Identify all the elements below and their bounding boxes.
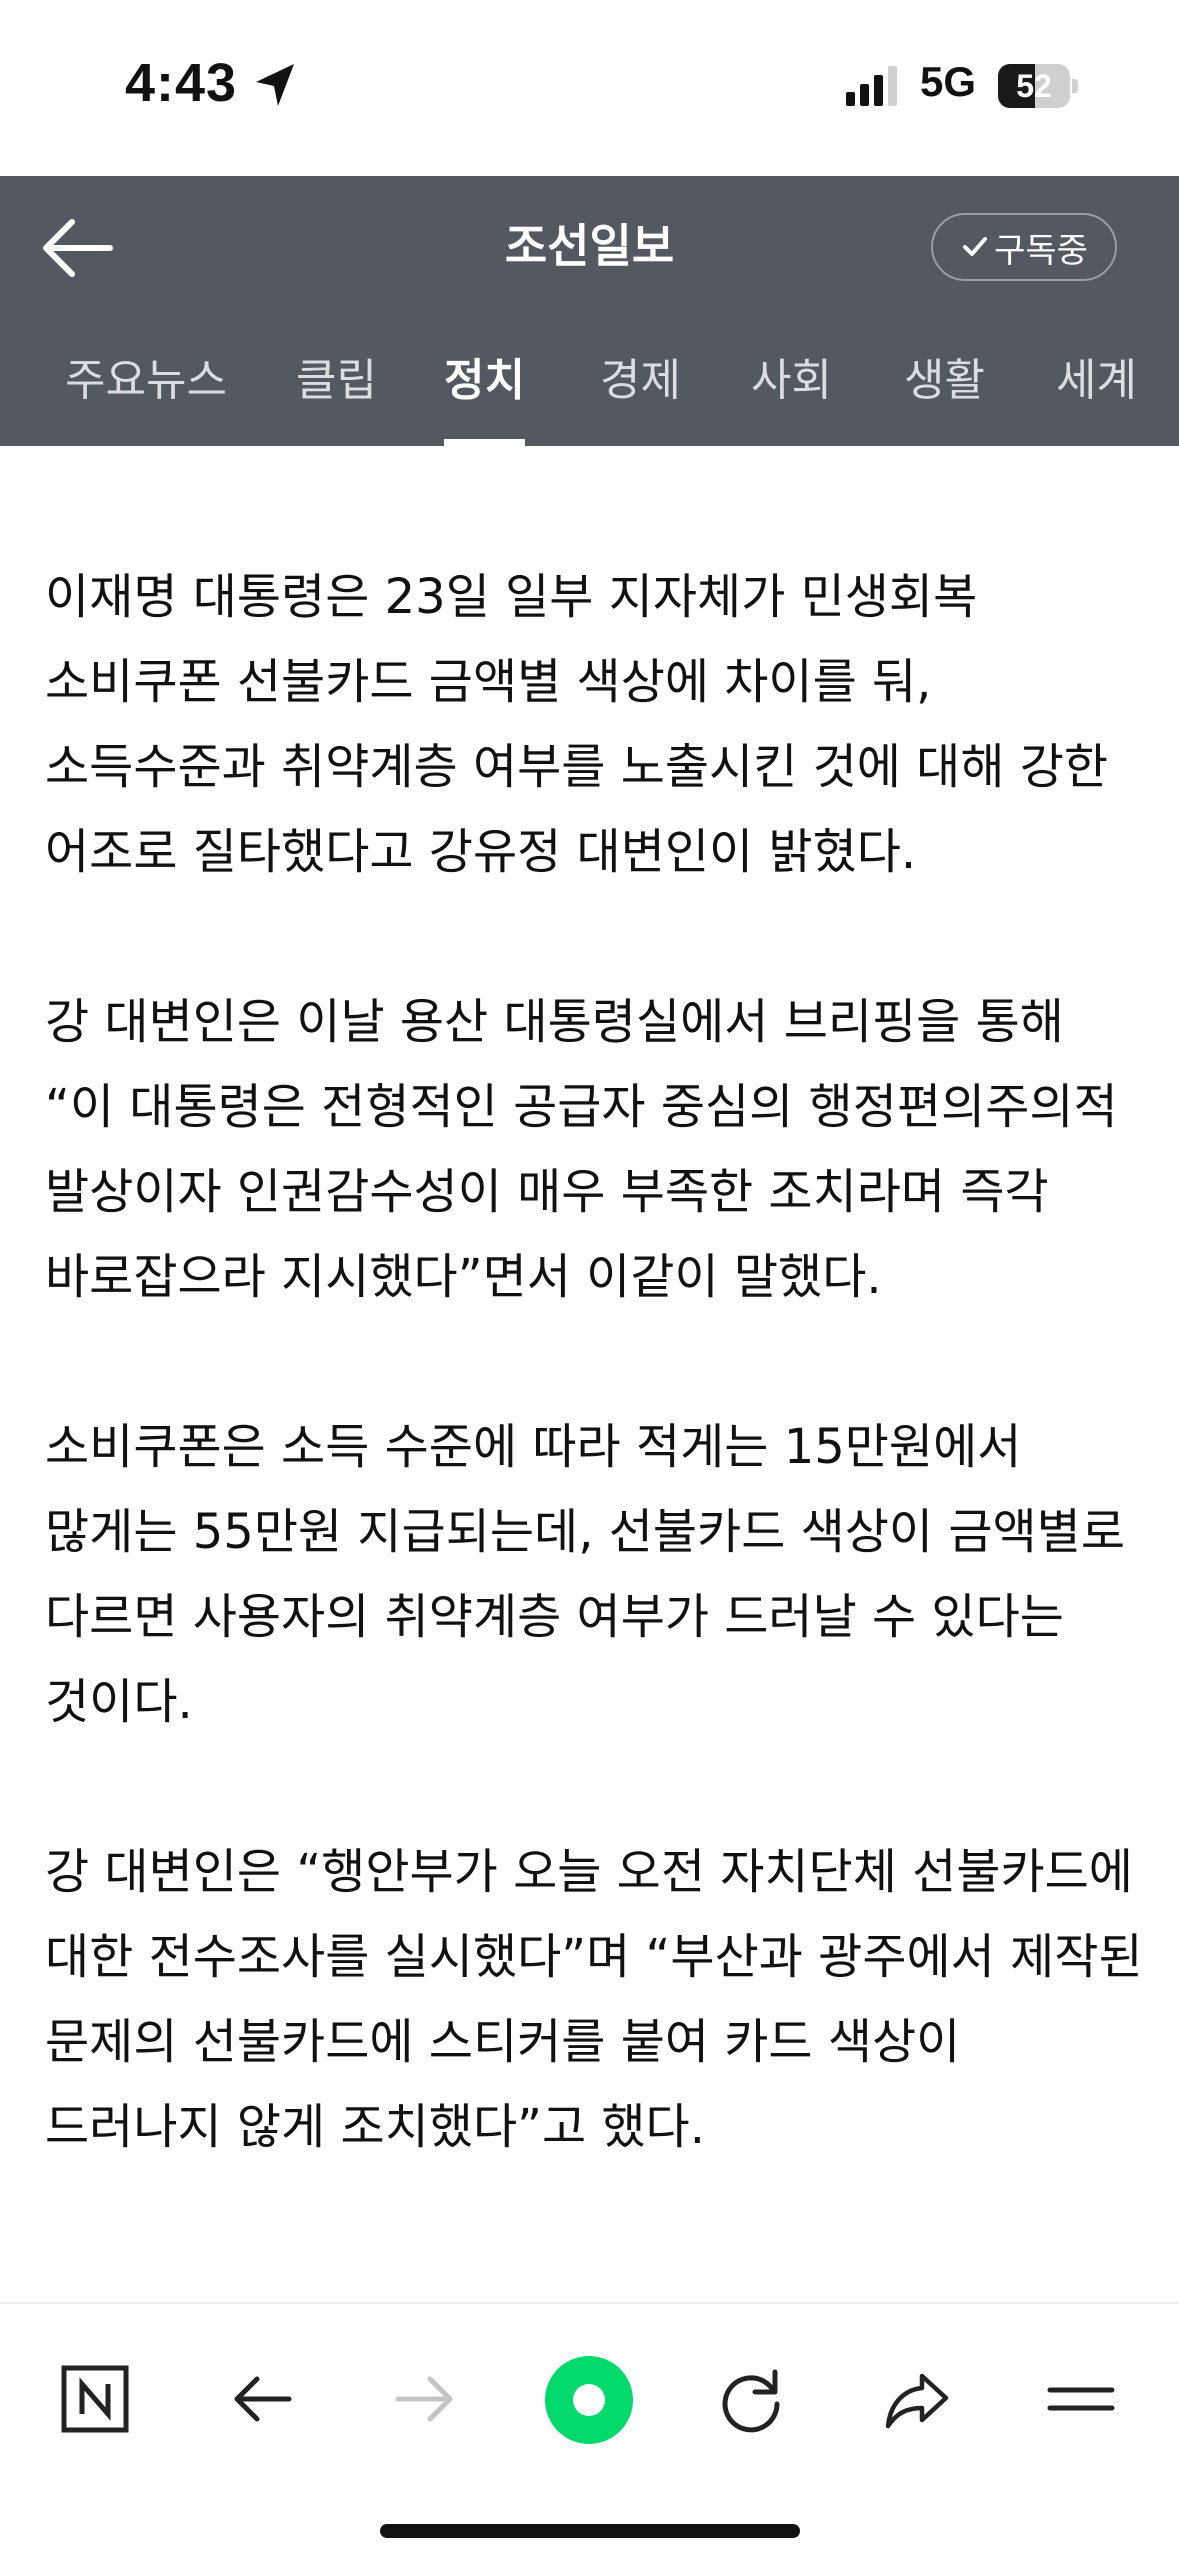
network-type: 5G — [920, 58, 977, 105]
reload-icon[interactable] — [707, 2354, 797, 2444]
naver-home-icon[interactable] — [50, 2354, 140, 2444]
active-tab-indicator — [444, 439, 525, 446]
tab-clip[interactable]: 클립 — [296, 316, 377, 446]
tab-label: 주요뉴스 — [65, 355, 227, 406]
home-indicator[interactable] — [380, 2524, 800, 2538]
subscribe-button[interactable]: 구독중 — [931, 213, 1117, 281]
tab-main-news[interactable]: 주요뉴스 — [65, 316, 227, 446]
forward-icon[interactable] — [380, 2354, 470, 2444]
subscribe-label: 구독중 — [994, 230, 1088, 271]
article-paragraph: 강 대변인은 이날 용산 대통령실에서 브리핑을 통해 “이 대통령은 전형적인… — [45, 994, 1118, 1305]
bottom-toolbar — [0, 2302, 1179, 2556]
article-paragraph: 강 대변인은 “행안부가 오늘 오전 자치단체 선불카드에 대한 전수조사를 실… — [45, 1844, 1143, 2155]
battery-icon: 52 — [998, 64, 1078, 108]
back-icon[interactable] — [217, 2354, 307, 2444]
tab-label: 세계 — [1056, 355, 1137, 406]
tab-label: 클립 — [296, 355, 377, 406]
app-header: 조선일보 구독중 — [0, 176, 1179, 316]
menu-icon[interactable] — [1036, 2354, 1126, 2444]
tab-label: 경제 — [600, 355, 681, 406]
tab-label: 정치 — [444, 355, 525, 406]
cellular-signal-icon — [846, 66, 897, 106]
category-tabs: 주요뉴스 클립 정치 경제 사회 생활 세계 — [0, 316, 1179, 446]
status-time: 4:43 — [125, 53, 238, 113]
status-bar: 4:43 5G 52 — [0, 0, 1179, 176]
battery-percent: 52 — [1016, 68, 1052, 104]
location-arrow-icon — [256, 64, 294, 106]
tab-world[interactable]: 세계 — [1056, 316, 1137, 446]
share-icon[interactable] — [872, 2354, 962, 2444]
tab-life[interactable]: 생활 — [904, 316, 985, 446]
tab-society[interactable]: 사회 — [751, 316, 832, 446]
tab-label: 생활 — [904, 355, 985, 406]
tab-politics[interactable]: 정치 — [444, 316, 525, 446]
article-body: 이재명 대통령은 23일 일부 지자체가 민생회복 소비쿠폰 선불카드 금액별 … — [45, 555, 1145, 2255]
tab-economy[interactable]: 경제 — [600, 316, 681, 446]
check-icon — [963, 237, 988, 256]
back-arrow-icon[interactable] — [36, 206, 120, 290]
article-paragraph: 소비쿠폰은 소득 수준에 따라 적게는 15만원에서 많게는 55만원 지급되는… — [45, 1419, 1125, 1730]
article-paragraph: 이재명 대통령은 23일 일부 지자체가 민생회복 소비쿠폰 선불카드 금액별 … — [45, 569, 1109, 880]
tab-label: 사회 — [751, 355, 832, 406]
green-dot-icon[interactable] — [543, 2354, 635, 2446]
